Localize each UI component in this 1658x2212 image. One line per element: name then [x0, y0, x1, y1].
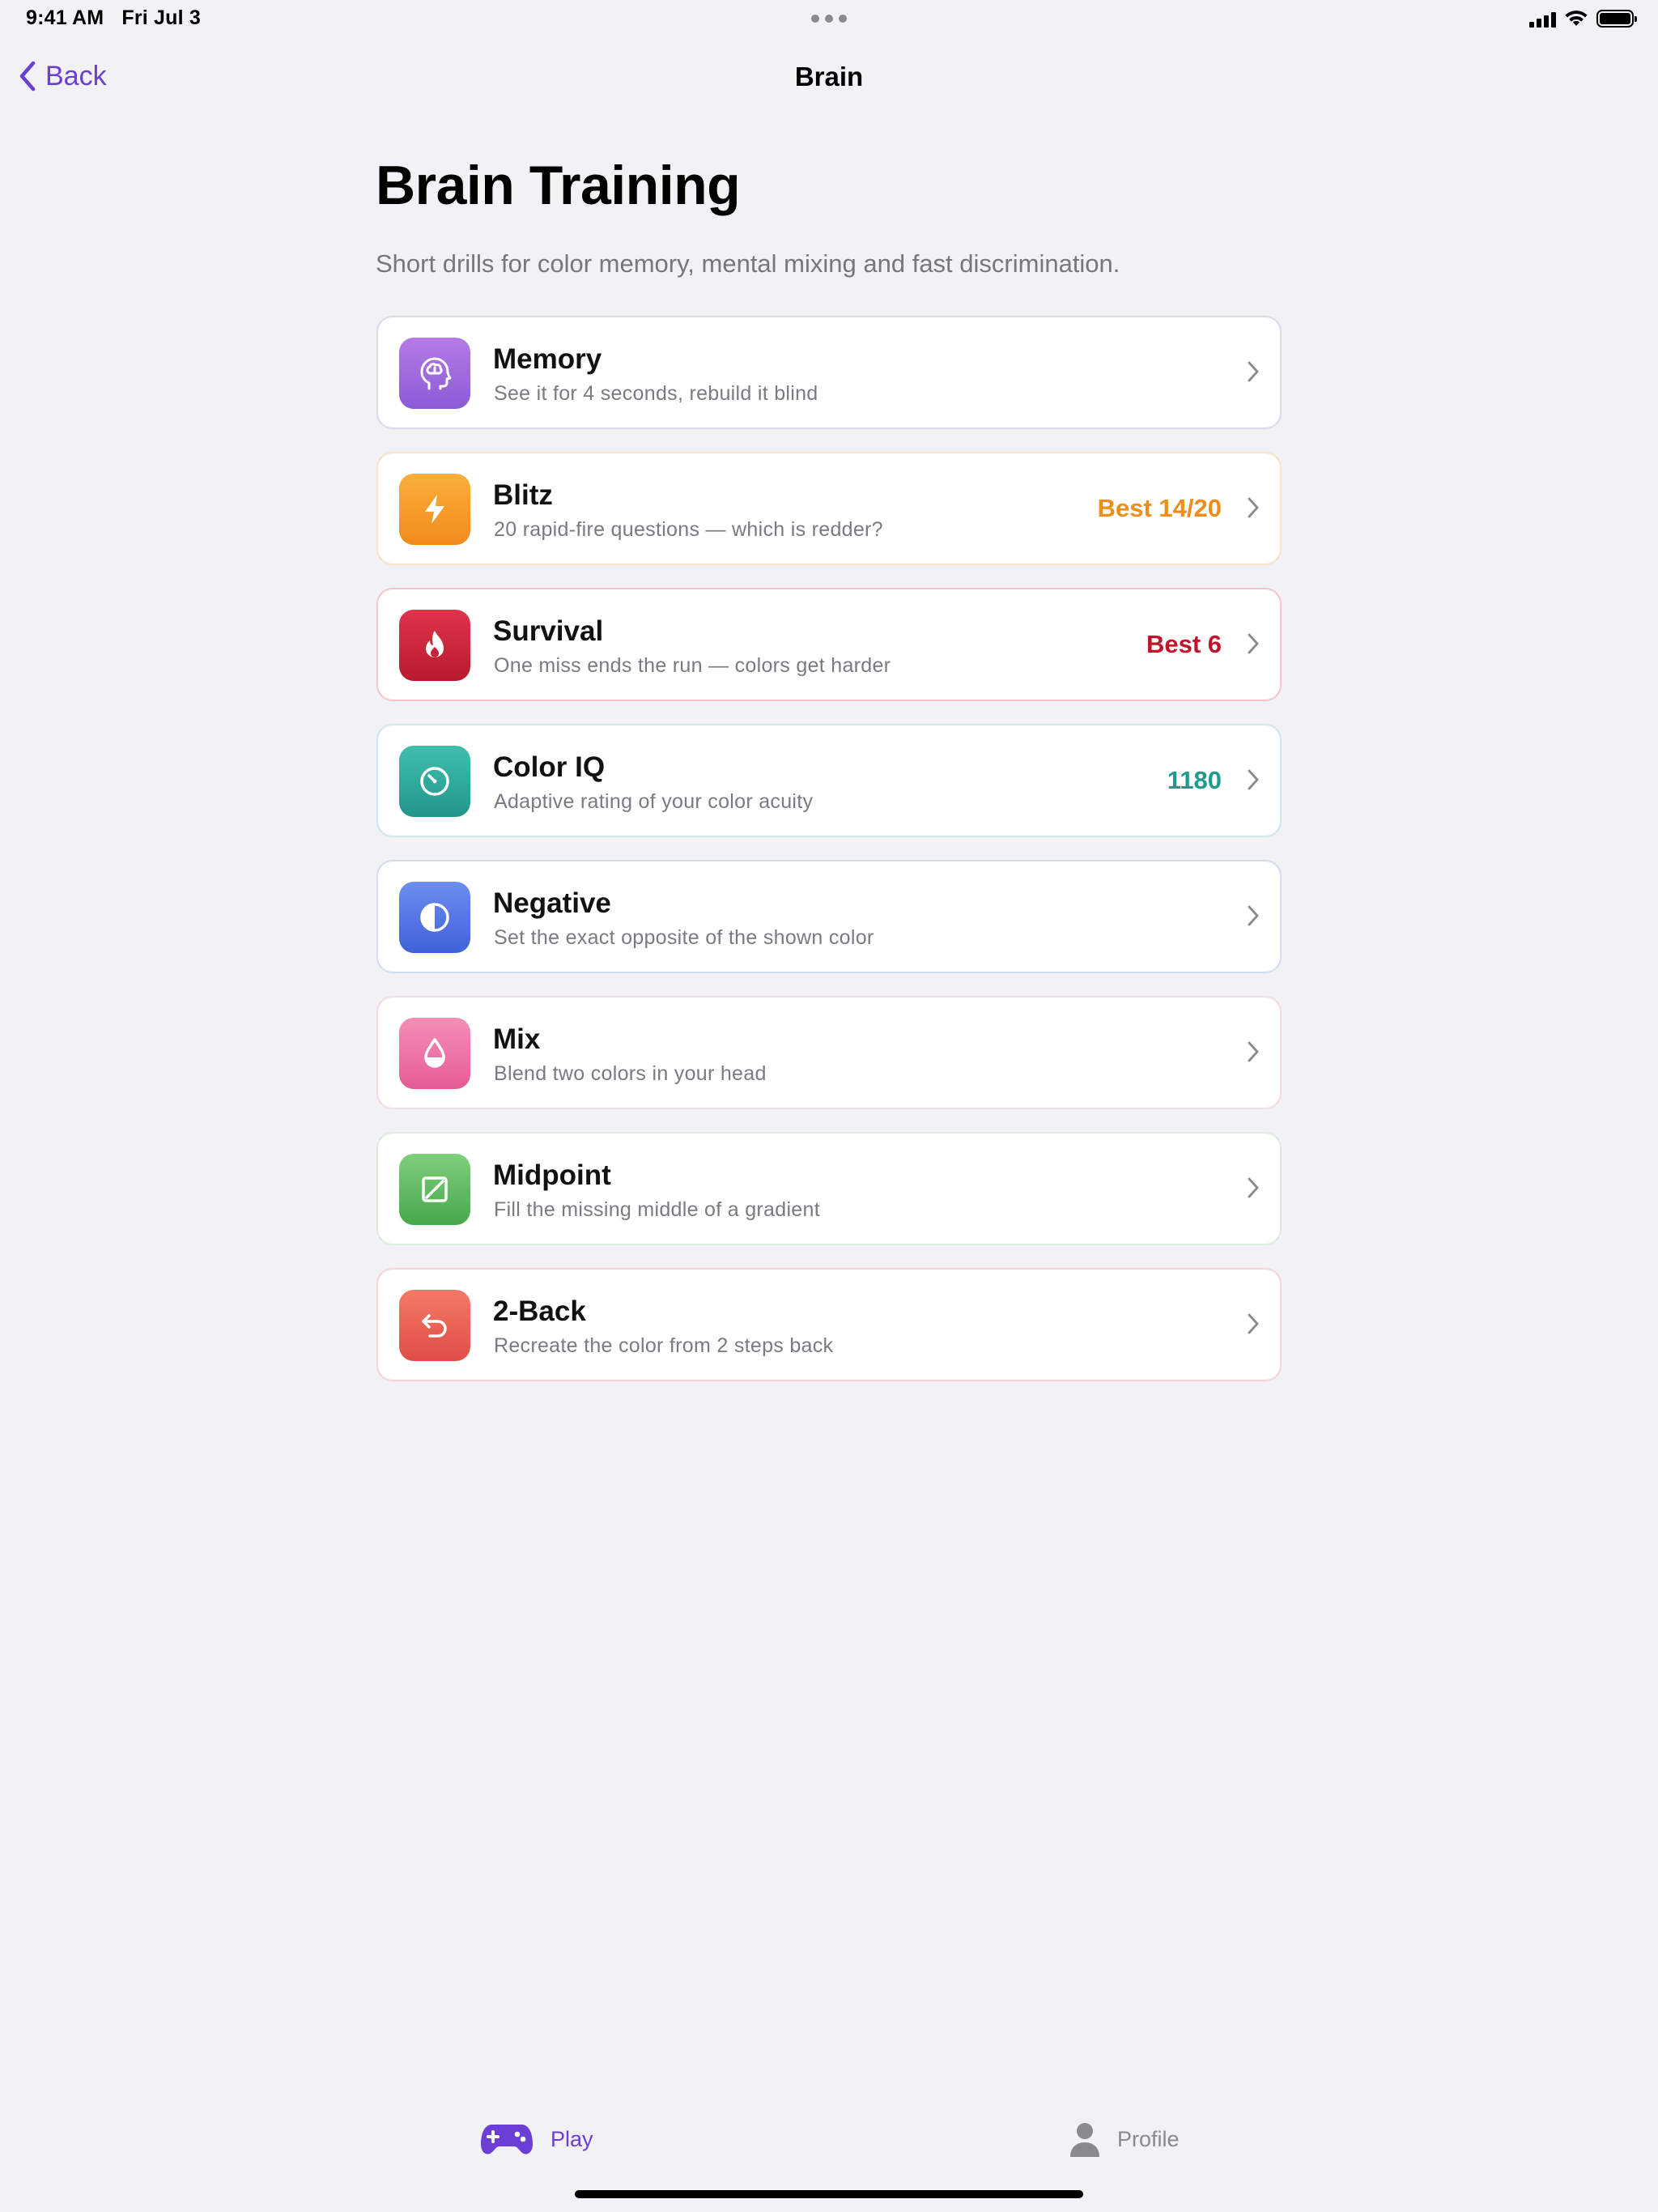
status-time-date: 9:41 AM Fri Jul 3 [26, 6, 201, 30]
person-icon [1070, 2123, 1099, 2157]
mode-description: Adaptive rating of your color acuity [494, 790, 814, 813]
chevron-right-icon [1248, 769, 1259, 790]
mode-card-mix[interactable]: Mix Blend two colors in your head [376, 996, 1282, 1109]
mode-description: 20 rapid-fire questions — which is redde… [494, 518, 883, 541]
multitasking-dots-icon[interactable] [811, 15, 847, 23]
lightning-icon [399, 474, 470, 545]
chevron-right-icon [1248, 1041, 1259, 1062]
wifi-icon [1565, 11, 1588, 26]
mode-list: Memory See it for 4 seconds, rebuild it … [376, 316, 1282, 1404]
chevron-right-icon [1248, 1313, 1259, 1334]
page-title: Brain Training [376, 155, 741, 216]
status-bar: 9:41 AM Fri Jul 3 [0, 0, 1658, 39]
tab-profile-label: Profile [1117, 2126, 1180, 2151]
tab-play[interactable]: Play [479, 2121, 593, 2157]
home-indicator[interactable] [575, 2190, 1083, 2198]
chevron-right-icon [1248, 905, 1259, 926]
gradient-square-icon [399, 1154, 470, 1225]
mode-description: Recreate the color from 2 steps back [494, 1334, 834, 1357]
status-date: Fri Jul 3 [121, 6, 202, 29]
battery-icon [1596, 10, 1637, 28]
rating-badge: 1180 [1167, 766, 1222, 794]
mode-card-blitz[interactable]: Blitz 20 rapid-fire questions — which is… [376, 452, 1282, 565]
drop-icon [399, 1018, 470, 1089]
tab-bar: Play Profile [0, 2121, 1658, 2178]
gauge-icon [399, 746, 470, 817]
tab-profile[interactable]: Profile [1069, 2121, 1180, 2157]
undo-arrow-icon [399, 1290, 470, 1361]
mode-description: Blend two colors in your head [494, 1062, 767, 1085]
mode-name: Mix [493, 1023, 541, 1055]
brain-head-icon [399, 338, 470, 409]
mode-description: See it for 4 seconds, rebuild it blind [494, 382, 818, 405]
status-time: 9:41 AM [26, 6, 104, 29]
mode-description: One miss ends the run — colors get harde… [494, 654, 891, 677]
page-subtitle: Short drills for color memory, mental mi… [376, 249, 1120, 278]
mode-card-color-iq[interactable]: Color IQ Adaptive rating of your color a… [376, 724, 1282, 837]
tab-play-label: Play [551, 2126, 593, 2151]
mode-name: Blitz [493, 479, 553, 511]
mode-card-negative[interactable]: Negative Set the exact opposite of the s… [376, 860, 1282, 973]
mode-description: Set the exact opposite of the shown colo… [494, 926, 874, 949]
mode-card-survival[interactable]: Survival One miss ends the run — colors … [376, 588, 1282, 701]
mode-card-memory[interactable]: Memory See it for 4 seconds, rebuild it … [376, 316, 1282, 429]
nav-title: Brain [794, 62, 864, 91]
best-score-badge: Best 14/20 [1097, 494, 1222, 522]
gamepad-icon [481, 2125, 533, 2155]
mode-card-2-back[interactable]: 2-Back Recreate the color from 2 steps b… [376, 1268, 1282, 1381]
mode-name: Color IQ [493, 751, 606, 783]
best-score-badge: Best 6 [1146, 630, 1222, 658]
mode-name: Negative [493, 887, 611, 919]
mode-name: Memory [493, 343, 602, 375]
mode-card-midpoint[interactable]: Midpoint Fill the missing middle of a gr… [376, 1132, 1282, 1245]
status-indicators [1529, 10, 1637, 28]
mode-name: 2-Back [493, 1295, 586, 1327]
mode-name: Midpoint [493, 1159, 611, 1191]
chevron-right-icon [1248, 361, 1259, 382]
chevron-right-icon [1248, 1177, 1259, 1198]
cellular-signal-icon [1529, 10, 1556, 28]
flame-icon [399, 610, 470, 681]
mode-name: Survival [493, 615, 604, 647]
mode-description: Fill the missing middle of a gradient [494, 1198, 820, 1221]
chevron-right-icon [1248, 633, 1259, 654]
contrast-icon [399, 882, 470, 953]
chevron-right-icon [1248, 497, 1259, 518]
